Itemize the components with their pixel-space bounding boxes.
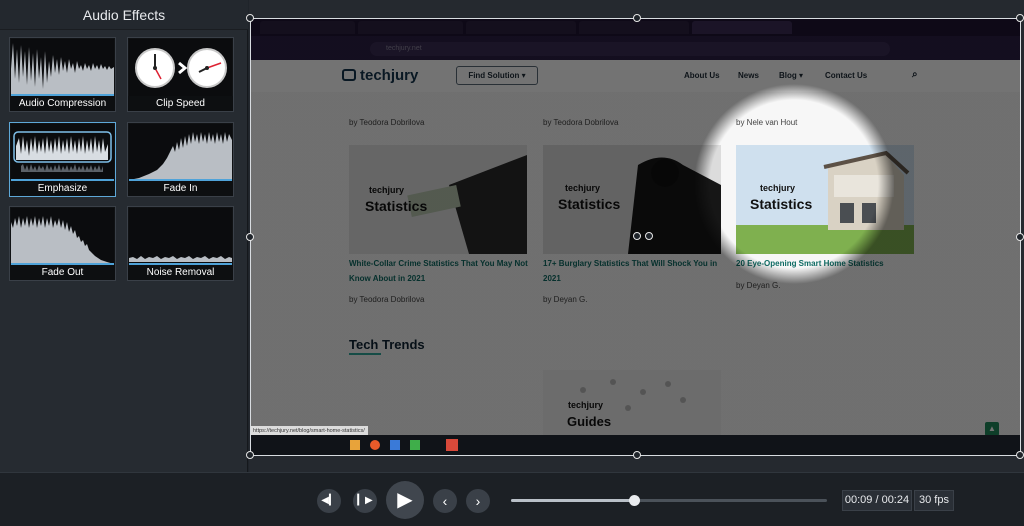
effect-emphasize[interactable]: Emphasize bbox=[9, 122, 116, 197]
effect-noise-removal[interactable]: Noise Removal bbox=[127, 206, 234, 281]
effect-label: Audio Compression bbox=[10, 96, 115, 111]
rotate-handle[interactable] bbox=[633, 232, 641, 240]
taskbar-app-icon bbox=[370, 440, 380, 450]
effect-label: Clip Speed bbox=[128, 96, 233, 111]
find-solution-button: Find Solution ▾ bbox=[456, 66, 538, 85]
effect-label: Fade Out bbox=[10, 265, 115, 280]
card-brand: techjury bbox=[565, 183, 601, 193]
effect-label: Noise Removal bbox=[128, 265, 233, 280]
effect-label: Fade In bbox=[128, 181, 233, 196]
move-handle[interactable] bbox=[645, 232, 653, 240]
author-text: by Deyan G. bbox=[543, 295, 588, 304]
taskbar-app-icon bbox=[390, 440, 400, 450]
scrubber-knob[interactable] bbox=[629, 495, 641, 506]
audio-effects-panel: Audio Effects Audio Compression Clip Spe… bbox=[0, 0, 248, 472]
recorded-webpage: techjury Find Solution ▾ About Us News B… bbox=[250, 60, 1021, 436]
recorded-url-bar: techjury.net bbox=[370, 42, 890, 56]
next-button[interactable]: › bbox=[466, 489, 490, 513]
article-title: White-Collar Crime Statistics That You M… bbox=[349, 259, 528, 283]
chevron-left-icon: ‹ bbox=[442, 493, 448, 509]
taskbar-app-icon bbox=[350, 440, 360, 450]
browser-tab bbox=[466, 21, 576, 34]
author-text: by Teodora Dobrilova bbox=[349, 118, 425, 127]
effect-label: Emphasize bbox=[10, 181, 115, 196]
article-title: 17+ Burglary Statistics That Will Shock … bbox=[543, 259, 718, 283]
effect-fade-out[interactable]: Fade Out bbox=[9, 206, 116, 281]
fps-display[interactable]: 30 fps bbox=[914, 490, 954, 511]
article-title: 20 Eye-Opening Smart Home Statistics bbox=[736, 259, 884, 268]
card-word: Statistics bbox=[750, 196, 813, 212]
chevron-right-icon: › bbox=[475, 493, 481, 509]
waveform-thumbnail bbox=[129, 208, 232, 266]
search-icon: ⌕ bbox=[912, 69, 918, 80]
resize-handle[interactable] bbox=[246, 14, 254, 22]
taskbar-app-icon bbox=[410, 440, 420, 450]
guides-brand: techjury bbox=[568, 400, 604, 410]
site-header: techjury Find Solution ▾ About Us News B… bbox=[250, 60, 1021, 92]
resize-handle[interactable] bbox=[1016, 451, 1024, 459]
browser-tab bbox=[692, 21, 792, 34]
panel-title: Audio Effects bbox=[0, 0, 248, 30]
time-display: 00:09 / 00:24 bbox=[842, 490, 912, 511]
article-thumbnail: techjury Statistics bbox=[736, 145, 914, 254]
waveform-thumbnail bbox=[11, 124, 114, 182]
site-logo-text: techjury bbox=[360, 67, 419, 84]
browser-tab bbox=[579, 21, 689, 34]
article-thumbnail: techjury Statistics bbox=[349, 145, 527, 254]
resize-handle[interactable] bbox=[1016, 233, 1024, 241]
article-thumbnail: techjury Statistics bbox=[543, 145, 721, 254]
effect-fade-in[interactable]: Fade In bbox=[127, 122, 234, 197]
scrubber-fill bbox=[511, 499, 635, 502]
site-logo: techjury bbox=[342, 67, 418, 84]
clock-icon bbox=[187, 48, 227, 88]
guides-thumbnail: techjury Guides bbox=[543, 370, 721, 435]
step-back-button[interactable]: ◀▎ bbox=[317, 489, 341, 513]
nav-contact: Contact Us bbox=[825, 71, 868, 80]
nav-blog-label: Blog bbox=[779, 71, 797, 80]
resize-handle[interactable] bbox=[246, 233, 254, 241]
step-forward-button[interactable]: ▎▶ bbox=[353, 489, 377, 513]
card-word: Statistics bbox=[558, 196, 621, 212]
section-title: Tech Trends bbox=[349, 337, 425, 352]
play-icon: ▶ bbox=[397, 489, 413, 511]
nav-about: About Us bbox=[684, 71, 720, 80]
taskbar-app-icon bbox=[446, 439, 458, 451]
section-underline bbox=[349, 353, 381, 355]
card-brand: techjury bbox=[760, 183, 796, 193]
resize-handle[interactable] bbox=[1016, 14, 1024, 22]
previous-button[interactable]: ‹ bbox=[433, 489, 457, 513]
waveform-thumbnail bbox=[129, 124, 232, 182]
author-text: by Teodora Dobrilova bbox=[349, 295, 425, 304]
scrubber-track[interactable] bbox=[511, 495, 827, 506]
waveform-thumbnail bbox=[11, 39, 114, 97]
editor-window: Audio Effects Audio Compression Clip Spe… bbox=[0, 0, 1024, 526]
card-brand: techjury bbox=[369, 185, 405, 195]
chat-icon bbox=[342, 69, 356, 81]
author-text: by Teodora Dobrilova bbox=[543, 118, 619, 127]
author-text: by Deyan G. bbox=[736, 281, 781, 290]
guides-word: Guides bbox=[567, 414, 612, 429]
card-word: Statistics bbox=[365, 198, 428, 214]
effect-audio-compression[interactable]: Audio Compression bbox=[9, 37, 116, 112]
resize-handle[interactable] bbox=[633, 451, 641, 459]
clock-thumbnail bbox=[129, 39, 232, 97]
clock-icon bbox=[135, 48, 175, 88]
playback-bar: ◀▎ ▎▶ ▶ ‹ › 00:09 / 00:24 30 fps bbox=[0, 472, 1024, 526]
nav-blog: Blog ▾ bbox=[779, 71, 804, 80]
browser-tab bbox=[260, 21, 355, 34]
resize-handle[interactable] bbox=[633, 14, 641, 22]
waveform-thumbnail bbox=[11, 208, 114, 266]
nav-news: News bbox=[738, 71, 759, 80]
resize-handle[interactable] bbox=[246, 451, 254, 459]
effect-clip-speed[interactable]: Clip Speed bbox=[127, 37, 234, 112]
find-solution-label: Find Solution bbox=[468, 71, 520, 80]
step-back-icon: ◀▎ bbox=[321, 495, 337, 506]
play-button[interactable]: ▶ bbox=[386, 481, 424, 519]
author-text: by Nele van Hout bbox=[736, 118, 798, 127]
step-forward-icon: ▎▶ bbox=[357, 495, 373, 506]
scroll-top-icon: ▲ bbox=[985, 422, 999, 436]
browser-tab bbox=[358, 21, 463, 34]
